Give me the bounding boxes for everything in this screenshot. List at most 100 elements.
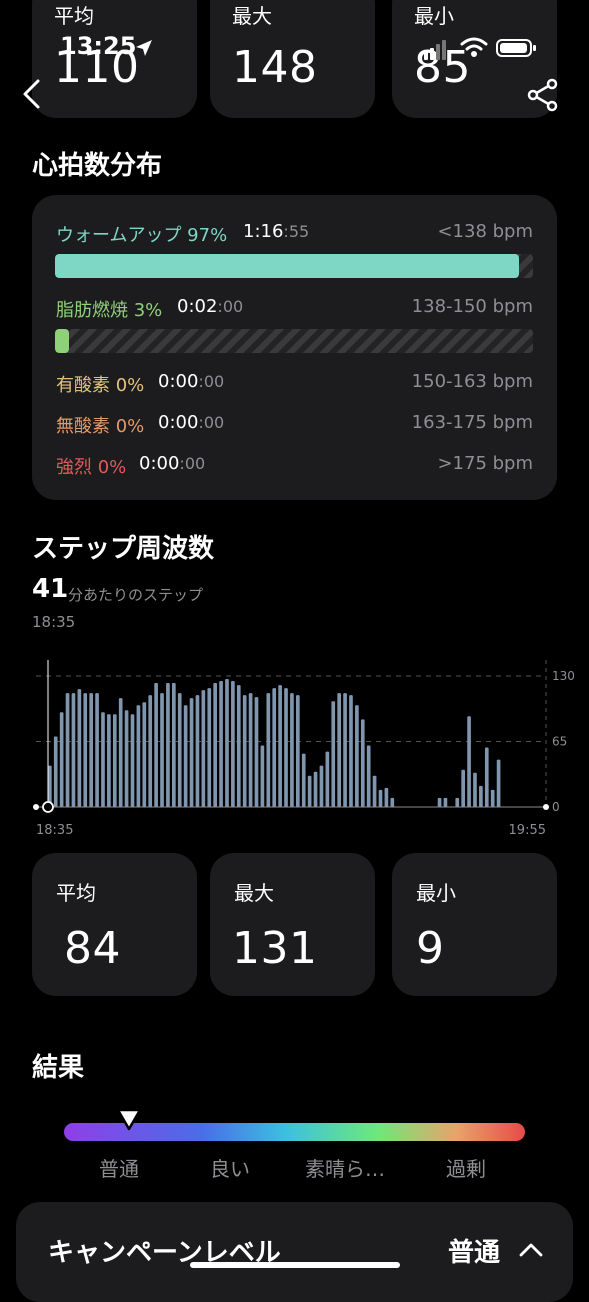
chart-bar [331, 701, 336, 807]
chart-bar [219, 681, 223, 807]
zone-anaerobic-time-sec: :00 [198, 413, 225, 432]
result-level-normal: 普通 [99, 1157, 139, 1181]
chart-y-tick-label: 130 [552, 669, 575, 683]
zone-anaerobic-label: 無酸素 0% [56, 416, 145, 437]
zone-intense-time: 0:00:00 [139, 453, 205, 474]
chart-bar [372, 775, 377, 807]
chart-bar [236, 685, 241, 807]
chart-bar [53, 736, 58, 807]
result-level-excellent: 素晴ら… [305, 1157, 385, 1181]
zone-aerobic-time-sec: :00 [198, 372, 225, 391]
chart-bar [71, 693, 76, 807]
zone-aerobic-range: 150-163 bpm [411, 371, 533, 392]
chart-bar [496, 759, 501, 807]
hr-distribution-title: 心拍数分布 [32, 151, 163, 181]
battery-icon [496, 39, 536, 57]
chart-bar [467, 716, 471, 807]
step-avg-label: 平均 [56, 881, 96, 905]
back-arrow-icon[interactable] [20, 78, 44, 110]
chart-bar [390, 797, 395, 807]
chart-bar [301, 753, 306, 807]
step-avg-card: 平均 84 [32, 853, 197, 996]
zone-fatburn-range: 138-150 bpm [411, 296, 533, 317]
chart-bar [148, 695, 153, 807]
chart-bar [136, 705, 141, 807]
zone-warmup-time-sec: :55 [283, 222, 310, 241]
chart-bar [272, 688, 277, 807]
hr-min-label: 最小 [414, 4, 454, 28]
chevron-up-icon[interactable] [518, 1240, 544, 1258]
chart-bar [112, 714, 117, 807]
chart-bar [284, 688, 288, 807]
step-min-value: 9 [416, 923, 445, 974]
signal-icon [424, 40, 446, 60]
chart-bar [95, 693, 99, 807]
chart-bar [290, 693, 294, 807]
zone-fatburn-time-sec: :00 [217, 297, 244, 316]
zone-fatburn-label: 脂肪燃焼 3% [56, 300, 163, 321]
chart-bar [248, 693, 253, 807]
chart-bar [437, 797, 442, 807]
result-level-good: 良い [210, 1157, 250, 1181]
zone-aerobic-time-main: 0:00 [158, 371, 199, 392]
chart-bar [455, 797, 460, 807]
zone-warmup-time: 1:16:55 [243, 221, 309, 242]
chart-bar [307, 775, 312, 807]
campaign-level-card[interactable]: キャンペーンレベル 普通 [16, 1202, 573, 1302]
chart-bar [154, 683, 158, 807]
chart-x-start-label: 18:35 [36, 823, 73, 838]
zone-fatburn-time: 0:02:00 [177, 296, 243, 317]
chart-bar [490, 789, 495, 807]
chart-bar [473, 772, 477, 807]
chart-bar [266, 693, 271, 807]
step-current-unit: 分あたりのステップ [68, 586, 204, 604]
zone-anaerobic-time: 0:00:00 [158, 412, 224, 433]
chart-bar [142, 702, 147, 807]
zone-anaerobic-time-main: 0:00 [158, 412, 199, 433]
step-frequency-title: ステップ周波数 [32, 534, 215, 564]
chart-bar [484, 747, 489, 807]
chart-x-end-label: 19:55 [509, 823, 546, 838]
result-level-excessive: 過剰 [446, 1157, 486, 1181]
chart-bar [183, 705, 188, 807]
zone-intense-time-main: 0:00 [139, 453, 180, 474]
chart-y-tick-label: 0 [552, 800, 560, 814]
zone-aerobic-label: 有酸素 0% [56, 375, 145, 396]
chart-bar [130, 714, 135, 807]
chart-bar [260, 745, 265, 807]
chart-bar [296, 695, 300, 807]
chart-bar [65, 693, 70, 807]
zone-fatburn-time-main: 0:02 [177, 296, 218, 317]
step-current-time: 18:35 [32, 613, 76, 631]
chart-bar [118, 698, 123, 807]
step-min-card: 最小 9 [392, 853, 557, 996]
zone-warmup-range: <138 bpm [437, 221, 533, 242]
chart-bar [166, 683, 170, 807]
chart-bar [231, 681, 235, 807]
home-indicator[interactable] [190, 1262, 400, 1268]
zone-intense-label: 強烈 0% [56, 457, 127, 478]
chart-bar [461, 769, 465, 807]
status-time: 13:25 [60, 32, 137, 60]
step-frequency-chart: 130 65 0 18:35 19:55 [33, 660, 575, 838]
chart-bar [384, 787, 389, 807]
chart-bar [189, 698, 194, 807]
chart-bar [337, 693, 341, 807]
hr-max-value: 148 [232, 42, 318, 93]
chart-bar [355, 705, 359, 807]
share-icon[interactable] [526, 78, 560, 112]
chart-bar [83, 693, 88, 807]
chart-cursor-marker [42, 801, 54, 813]
hr-max-card: 最大 148 [210, 0, 375, 118]
chart-start-dot [33, 804, 39, 810]
step-min-label: 最小 [416, 881, 456, 905]
chart-bar [254, 697, 259, 807]
location-arrow-icon [136, 40, 152, 56]
step-max-value: 131 [232, 923, 318, 974]
chart-bar [177, 693, 182, 807]
chart-bar [59, 712, 64, 807]
chart-bar [319, 765, 324, 807]
chart-bar [325, 751, 330, 807]
hr-avg-label: 平均 [54, 4, 94, 28]
chart-y-tick-label: 65 [552, 735, 567, 749]
